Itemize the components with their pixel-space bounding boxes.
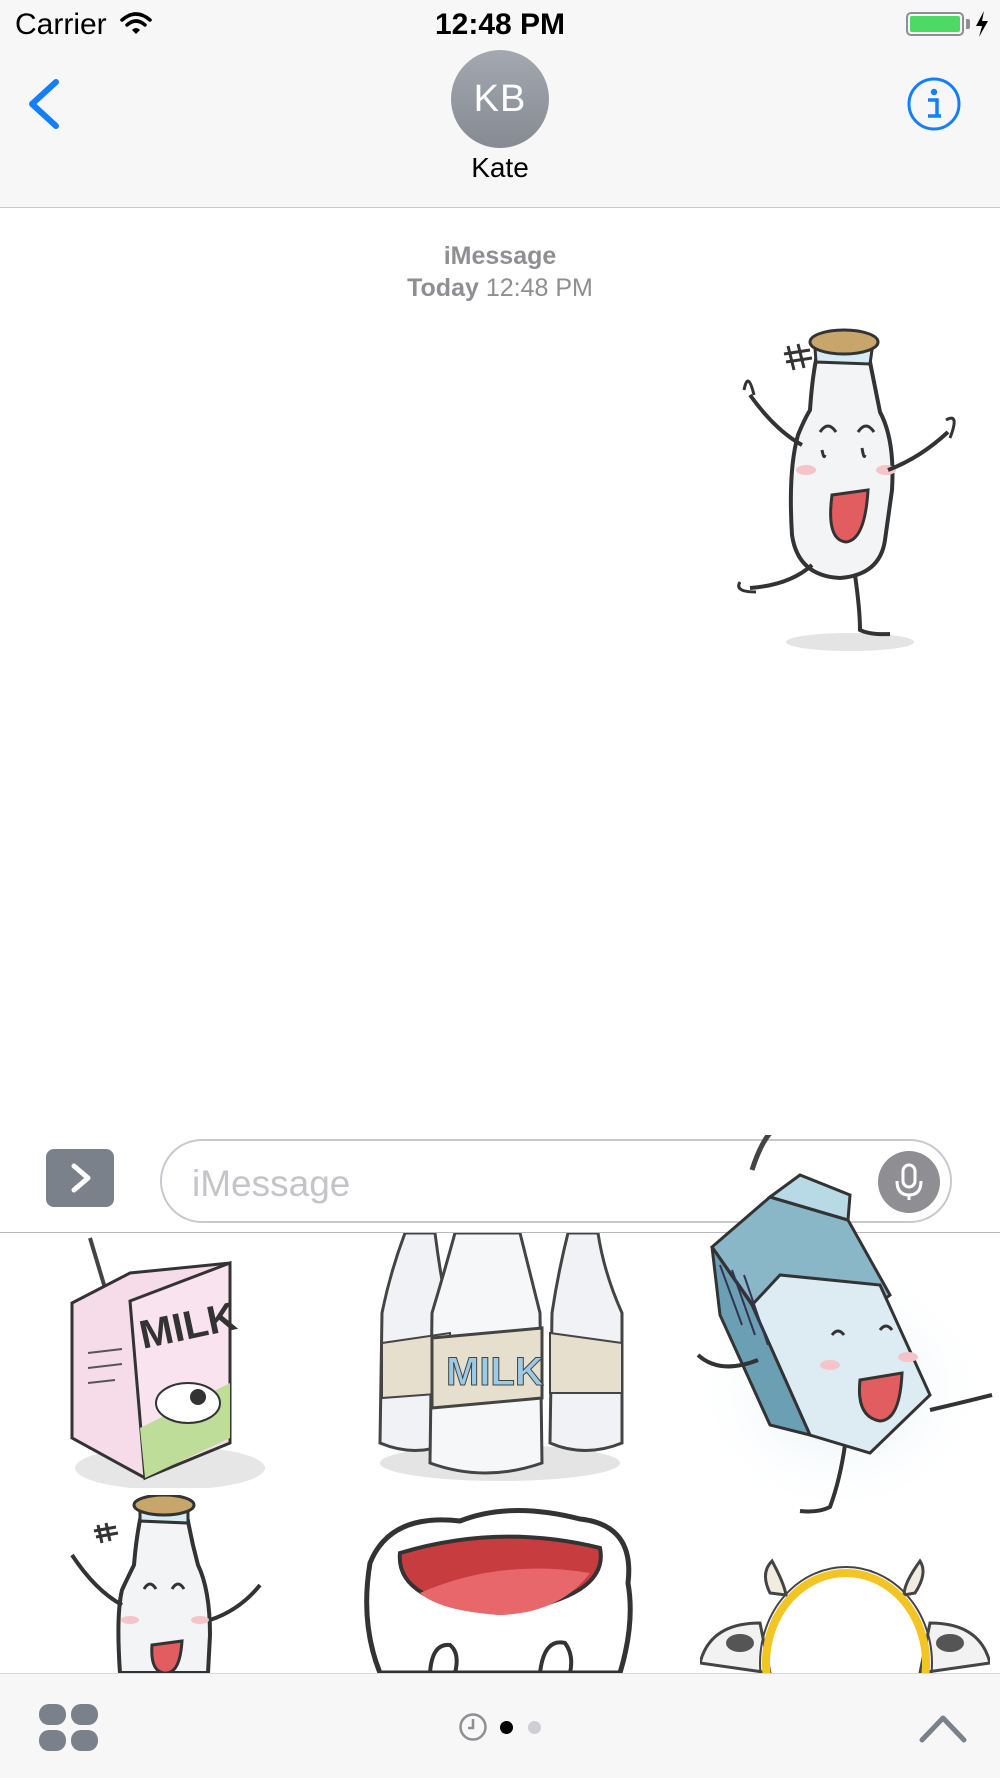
status-bar: Carrier 12:48 PM bbox=[0, 0, 1000, 50]
bottles-label-text: MILK bbox=[446, 1350, 544, 1394]
bolt-icon bbox=[976, 11, 988, 37]
contact-avatar[interactable]: KB bbox=[451, 50, 549, 148]
timestamp-time: 12:48 PM bbox=[485, 274, 593, 302]
collapse-chevron-icon[interactable] bbox=[918, 1712, 968, 1744]
dancing-carton-sticker[interactable] bbox=[680, 1135, 1000, 1535]
back-chevron-icon[interactable] bbox=[24, 76, 64, 132]
expand-chevron-icon bbox=[71, 1163, 91, 1193]
page-dot-active[interactable] bbox=[500, 1721, 513, 1734]
message-timestamp: Today 12:48 PM bbox=[0, 274, 1000, 303]
battery-tip bbox=[966, 19, 970, 29]
timestamp-date: Today bbox=[407, 274, 479, 302]
message-placeholder: iMessage bbox=[192, 1163, 351, 1204]
cow-frame-sticker[interactable] bbox=[700, 1553, 990, 1673]
apps-icon[interactable] bbox=[38, 1702, 100, 1754]
page-dot[interactable] bbox=[528, 1721, 541, 1734]
service-label: iMessage bbox=[443, 242, 557, 270]
status-time: 12:48 PM bbox=[434, 8, 566, 41]
battery-indicator bbox=[906, 12, 964, 36]
sent-milk-bottle-sticker[interactable] bbox=[720, 320, 980, 660]
milk-splash-sticker[interactable] bbox=[360, 1503, 640, 1673]
recents-clock-icon[interactable] bbox=[458, 1712, 488, 1742]
milk-carton-sticker[interactable]: MILK bbox=[60, 1233, 270, 1488]
app-drawer-bar bbox=[0, 1673, 1000, 1778]
info-icon[interactable] bbox=[906, 76, 962, 132]
milk-bottle-sticker[interactable] bbox=[60, 1495, 270, 1673]
expand-button[interactable] bbox=[46, 1149, 114, 1207]
navigation-bar: KB Kate bbox=[0, 50, 1000, 208]
contact-name[interactable]: Kate bbox=[0, 152, 1000, 184]
milk-bottles-sticker[interactable]: MILK bbox=[360, 1233, 640, 1488]
